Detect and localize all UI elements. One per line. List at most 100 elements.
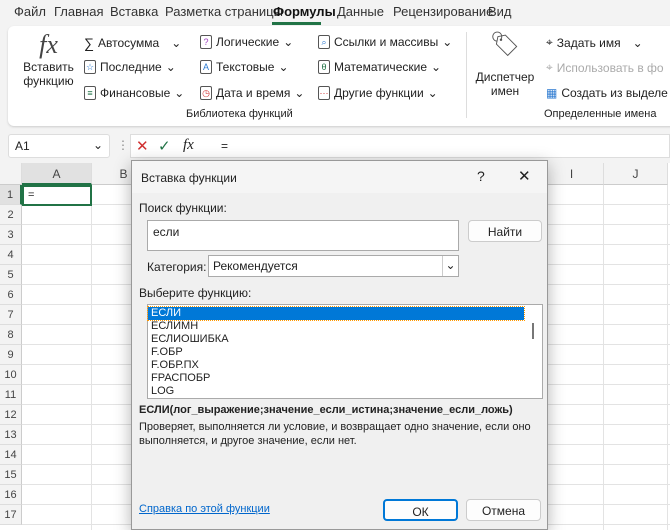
tab-page-layout[interactable]: Разметка страницы — [165, 4, 283, 19]
financial-button[interactable]: ≡ Финансовые ⌄ — [84, 86, 184, 100]
sigma-icon: ∑ — [84, 35, 94, 51]
category-select[interactable]: Рекомендуется ⌄ — [208, 255, 459, 277]
define-name-button[interactable]: ⌖ Задать имя ⌄ — [546, 35, 643, 50]
label: Автосумма — [97, 36, 160, 50]
gridline — [603, 185, 604, 530]
row-header[interactable]: 5 — [0, 265, 22, 285]
chevron-down-icon: ⌄ — [632, 35, 643, 50]
row-header[interactable]: 3 — [0, 225, 22, 245]
row-header[interactable]: 10 — [0, 365, 22, 385]
tab-file[interactable]: Файл — [14, 4, 46, 19]
label: Дата и время — [216, 86, 291, 100]
row-header[interactable]: 4 — [0, 245, 22, 265]
formula-input[interactable]: = — [221, 139, 228, 153]
row-header[interactable]: 7 — [0, 305, 22, 325]
theta-icon: θ — [318, 60, 330, 74]
label: Финансовые — [100, 86, 171, 100]
find-button[interactable]: Найти — [468, 220, 542, 242]
chevron-down-icon: ⌄ — [427, 86, 438, 100]
row-header[interactable]: 15 — [0, 465, 22, 485]
label: имен — [490, 84, 520, 98]
dialog-titlebar: Вставка функции ? ✕ — [132, 161, 547, 193]
tag-fx-icon: ⌖ — [546, 60, 553, 74]
insert-function-dialog: Вставка функции ? ✕ Поиск функции: если … — [131, 160, 548, 530]
row-header[interactable]: 13 — [0, 425, 22, 445]
tab-review[interactable]: Рецензирование — [393, 4, 493, 19]
tab-view[interactable]: Вид — [488, 4, 512, 19]
insert-function-button[interactable]: fx Вставить функцию — [16, 30, 81, 88]
tab-formulas[interactable]: Формулы — [273, 4, 336, 19]
tab-data[interactable]: Данные — [337, 4, 384, 19]
search-value: если — [153, 225, 180, 239]
list-item[interactable]: ЕСЛИОШИБКА — [148, 333, 542, 346]
function-description: Проверяет, выполняется ли условие, и воз… — [139, 421, 531, 447]
chevron-down-icon: ⌄ — [171, 36, 182, 50]
list-item[interactable]: F.ОБР — [148, 346, 542, 359]
enter-icon[interactable]: ✓ — [158, 137, 171, 155]
row-header[interactable]: 9 — [0, 345, 22, 365]
ok-button[interactable]: ОК — [383, 499, 458, 521]
name-box[interactable]: A1 ⌄ — [8, 134, 110, 158]
lookup-button[interactable]: ⌕ Ссылки и массивы ⌄ — [318, 35, 452, 49]
cell-a1[interactable]: = — [22, 185, 92, 206]
lookup-icon: ⌕ — [318, 35, 330, 49]
name-box-value: A1 — [15, 139, 30, 153]
label: Текстовые — [216, 60, 275, 74]
label: Логические — [216, 35, 280, 49]
cancel-icon[interactable]: ✕ — [136, 137, 149, 155]
text-button[interactable]: A Текстовые ⌄ — [200, 60, 289, 74]
chevron-down-icon: ⌄ — [283, 35, 294, 49]
list-item[interactable]: F.ОБР.ПХ — [148, 359, 542, 372]
chevron-down-icon: ⌄ — [294, 86, 305, 100]
list-item[interactable]: ЕСЛИ — [147, 306, 525, 321]
autosum-button[interactable]: ∑ Автосумма ⌄ — [84, 35, 181, 51]
fx-icon[interactable]: fx — [183, 137, 194, 154]
label: Задать имя — [556, 35, 621, 50]
tab-home[interactable]: Главная — [54, 4, 103, 19]
cancel-button[interactable]: Отмена — [466, 499, 541, 521]
help-button[interactable]: ? — [477, 168, 485, 184]
column-header[interactable]: A — [22, 163, 92, 185]
logical-button[interactable]: ? Логические ⌄ — [200, 35, 293, 49]
ribbon: fx Вставить функцию ∑ Автосумма ⌄ ☆ Последн… — [8, 26, 670, 126]
gridline — [667, 185, 668, 530]
create-from-selection-button[interactable]: ▦ Создать из выделе — [546, 86, 668, 100]
search-input[interactable]: если — [147, 220, 459, 251]
list-item[interactable]: ЕСЛИМН — [148, 320, 542, 333]
use-in-formula-button[interactable]: ⌖ Использовать в фо — [546, 60, 664, 75]
divider — [466, 32, 467, 118]
row-header[interactable]: 1 — [0, 185, 22, 205]
select-all-corner[interactable] — [0, 163, 22, 185]
column-header[interactable]: I — [540, 163, 604, 185]
row-header[interactable]: 6 — [0, 285, 22, 305]
math-button[interactable]: θ Математические ⌄ — [318, 60, 441, 74]
row-header[interactable]: 16 — [0, 485, 22, 505]
other-functions-button[interactable]: ··· Другие функции ⌄ — [318, 86, 438, 100]
row-header[interactable]: 14 — [0, 445, 22, 465]
row-header[interactable]: 2 — [0, 205, 22, 225]
function-signature: ЕСЛИ(лог_выражение;значение_если_истина;… — [139, 404, 513, 416]
text-icon: A — [200, 60, 212, 74]
recent-button[interactable]: ☆ Последние ⌄ — [84, 60, 176, 74]
help-link[interactable]: Справка по этой функции — [139, 503, 270, 515]
gridline — [91, 185, 92, 530]
list-item[interactable]: LOG — [148, 385, 542, 398]
chevron-down-icon: ⌄ — [165, 60, 176, 74]
question-icon: ? — [200, 35, 212, 49]
row-header[interactable]: 17 — [0, 505, 22, 525]
tab-insert[interactable]: Вставка — [110, 4, 158, 19]
more-icon: ··· — [318, 86, 330, 100]
name-manager-button[interactable]: 🏷 Диспетчер имен — [474, 30, 536, 98]
close-button[interactable]: ✕ — [518, 167, 531, 185]
row-header[interactable]: 8 — [0, 325, 22, 345]
column-header[interactable]: J — [604, 163, 668, 185]
list-item[interactable]: FРАСПОБР — [148, 372, 542, 385]
active-tab-indicator — [272, 22, 321, 25]
row-header[interactable]: 12 — [0, 405, 22, 425]
row-header[interactable]: 11 — [0, 385, 22, 405]
label: Диспетчер — [475, 70, 535, 84]
scrollbar-thumb[interactable] — [532, 323, 534, 339]
chevron-down-icon: ⌄ — [92, 138, 103, 152]
datetime-button[interactable]: ◷ Дата и время ⌄ — [200, 86, 304, 100]
function-list[interactable]: ЕСЛИ ЕСЛИМН ЕСЛИОШИБКА F.ОБР F.ОБР.ПХ FР… — [147, 304, 543, 399]
